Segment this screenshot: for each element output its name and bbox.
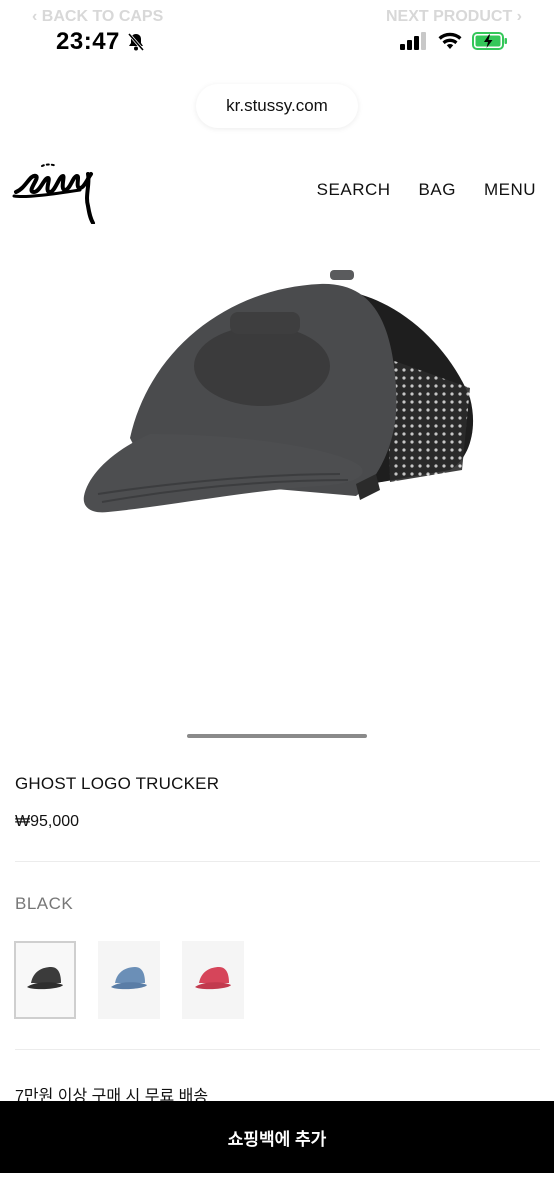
url-bar[interactable]: kr.stussy.com (196, 84, 358, 128)
url-text: kr.stussy.com (226, 96, 328, 115)
bottom-safe-area (0, 1173, 554, 1200)
cap-thumbnail-blue (111, 967, 147, 990)
stussy-logo[interactable] (12, 158, 104, 229)
add-to-bag-label: 쇼핑백에 추가 (227, 1129, 327, 1149)
swatch-red[interactable] (182, 941, 244, 1019)
trucker-cap-image (83, 270, 474, 513)
battery-charging-icon (472, 32, 508, 55)
product-price: ₩95,000 (15, 813, 80, 830)
status-bar: 23:47 (0, 24, 554, 60)
selected-color-label: BLACK (15, 894, 74, 913)
site-header: SEARCH BAG MENU (0, 150, 554, 230)
swatch-black[interactable] (14, 941, 76, 1019)
color-swatches (14, 941, 244, 1019)
product-image[interactable] (0, 238, 554, 743)
divider (15, 861, 540, 862)
divider (15, 1049, 540, 1050)
nav-menu[interactable]: MENU (484, 180, 536, 200)
swatch-blue[interactable] (98, 941, 160, 1019)
cap-thumbnail-black (27, 967, 63, 990)
bell-muted-icon (126, 32, 146, 57)
cap-thumbnail-red (195, 967, 231, 990)
add-to-bag-button[interactable]: 쇼핑백에 추가 (0, 1101, 554, 1173)
nav-bag[interactable]: BAG (419, 180, 456, 200)
header-nav: SEARCH BAG MENU (317, 180, 536, 200)
status-time: 23:47 (56, 28, 120, 55)
product-title: GHOST LOGO TRUCKER (15, 774, 220, 793)
wifi-icon (438, 32, 462, 55)
nav-search[interactable]: SEARCH (317, 180, 391, 200)
cellular-signal-icon (400, 32, 428, 55)
gallery-scroll-indicator[interactable] (187, 734, 367, 738)
